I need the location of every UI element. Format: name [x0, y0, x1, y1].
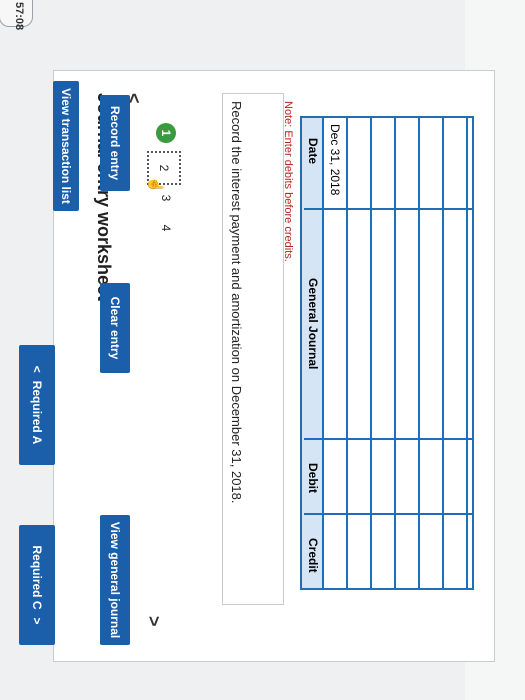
required-c-button[interactable]: Required C > [19, 525, 55, 645]
table-row[interactable] [418, 118, 444, 588]
step-1[interactable]: 1 [156, 123, 176, 143]
rotated-content: 5 57:08 View transaction list Journal en… [0, 0, 525, 700]
required-c-label: Required C [30, 545, 44, 610]
clear-entry-label: Clear entry [108, 296, 122, 360]
view-transaction-list-label: View transaction list [59, 88, 73, 204]
timer-text: 57:08 [13, 2, 25, 31]
row-date: Dec 31, 2018 [328, 124, 342, 196]
table-row[interactable] [370, 118, 396, 588]
table-row[interactable] [442, 118, 468, 588]
next-arrow-icon[interactable]: > [143, 616, 164, 627]
view-general-journal-label: View general journal [108, 521, 122, 639]
table-row[interactable]: Dec 31, 2018 [322, 118, 348, 588]
required-a-label: Required A [30, 380, 44, 445]
table-row[interactable] [394, 118, 420, 588]
journal-header: Date General Journal Debit Credit [302, 118, 324, 588]
instruction-text: Record the interest payment and amortiza… [229, 101, 244, 504]
chevron-right-icon: > [30, 617, 44, 625]
clear-entry-button[interactable]: Clear entry [100, 283, 130, 373]
step-4[interactable]: 4 [156, 218, 176, 238]
col-credit: Credit [306, 538, 320, 573]
hand-cursor-icon: ☝ [148, 176, 164, 194]
col-general-journal: General Journal [306, 278, 320, 370]
journal-table: Date General Journal Debit Credit Dec 31… [300, 116, 474, 590]
view-transaction-list-button[interactable]: View transaction list [53, 81, 79, 211]
required-a-button[interactable]: < Required A [19, 345, 55, 465]
col-date: Date [306, 138, 320, 165]
chevron-left-icon: < [30, 365, 44, 373]
col-debit: Debit [306, 463, 320, 493]
screen: 5 57:08 View transaction list Journal en… [0, 0, 525, 700]
record-entry-button[interactable]: Record entry [100, 95, 130, 191]
note-text: Note: Enter debits before credits. [282, 101, 294, 262]
table-row[interactable] [346, 118, 372, 588]
view-general-journal-button[interactable]: View general journal [100, 515, 130, 645]
record-entry-label: Record entry [108, 105, 122, 181]
